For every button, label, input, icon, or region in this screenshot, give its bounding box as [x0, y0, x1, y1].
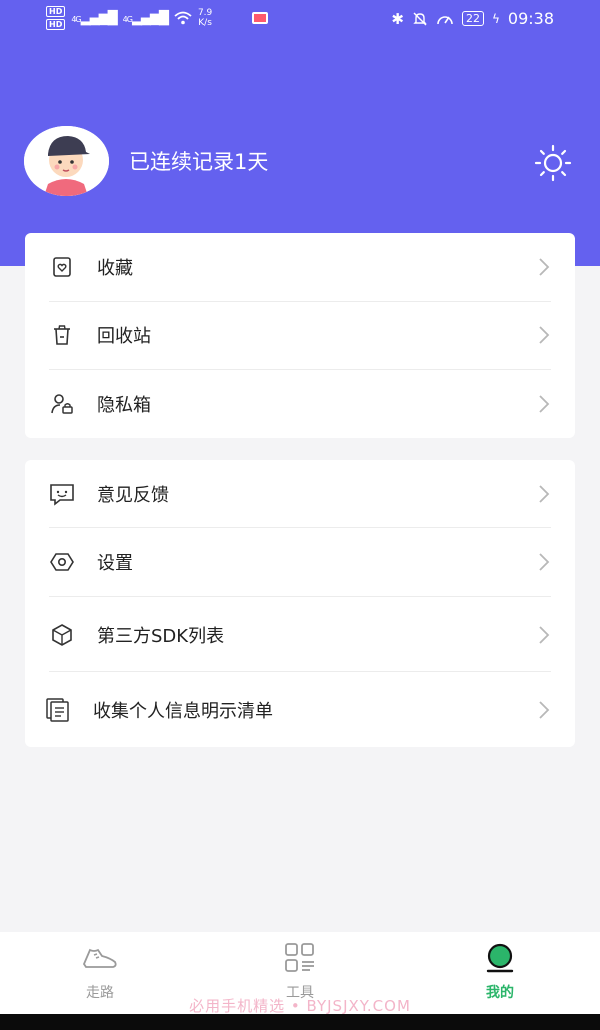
menu-item-label: 收藏: [97, 258, 133, 279]
favorites-icon: [49, 254, 75, 280]
sim1-label: HD: [46, 6, 66, 17]
notification-icon: [252, 12, 269, 24]
menu-card-primary: 收藏 回收站 隐私箱: [25, 233, 575, 438]
charging-icon: ϟ: [491, 11, 500, 26]
chevron-right-icon: [539, 258, 550, 276]
tab-mine[interactable]: 我的: [460, 942, 540, 1002]
menu-item-info-list[interactable]: 收集个人信息明示清单: [45, 676, 551, 744]
menu-item-privacy-box[interactable]: 隐私箱: [49, 370, 551, 438]
speedometer-icon: [437, 15, 453, 24]
menu-item-recycle-bin[interactable]: 回收站: [49, 301, 551, 369]
signal-icon-2: 4G▂▄▆█: [122, 10, 169, 26]
theme-toggle-button[interactable]: [533, 143, 573, 183]
chevron-right-icon: [539, 395, 550, 413]
privacy-box-icon: [49, 391, 75, 417]
chevron-right-icon: [539, 553, 550, 571]
wifi-icon: [174, 11, 192, 25]
menu-item-label: 回收站: [97, 326, 151, 347]
menu-item-label: 设置: [97, 553, 133, 574]
feedback-icon: [49, 481, 75, 507]
watermark: 必用手机精选 • BYJSJXY.COM: [189, 997, 411, 1015]
status-bar: HD HD 4G▂▄▆█ 4G▂▄▆█ 7.9 K/s ✱ 22 ϟ 09:38: [0, 0, 600, 38]
clock: 09:38: [507, 9, 554, 28]
grid-apps-icon: [285, 943, 314, 972]
chevron-right-icon: [539, 485, 550, 503]
menu-item-label: 第三方SDK列表: [97, 626, 225, 647]
menu-item-label: 隐私箱: [97, 395, 151, 416]
divider: [49, 671, 551, 672]
tab-walk[interactable]: 走路: [60, 942, 140, 1002]
sim2-label: HD: [46, 19, 66, 30]
speed-unit: K/s: [198, 18, 212, 28]
avatar-image: [24, 126, 109, 196]
menu-item-label: 意见反馈: [97, 485, 169, 506]
bluetooth-icon: ✱: [391, 9, 404, 28]
sim-indicators: HD HD: [46, 6, 66, 30]
signal-icon: 4G▂▄▆█: [71, 10, 117, 26]
network-speed: 7.9 K/s: [198, 8, 212, 28]
status-left: HD HD 4G▂▄▆█ 4G▂▄▆█ 7.9 K/s: [46, 6, 269, 30]
recycle-bin-icon: [49, 322, 75, 348]
sdk-list-icon: [49, 622, 75, 648]
system-navigation-bar: [0, 1014, 600, 1030]
streak-greeting: 已连续记录1天: [129, 150, 269, 174]
status-right: ✱ 22 ϟ 09:38: [391, 9, 554, 28]
mute-bell-icon: [413, 12, 427, 25]
menu-item-label: 收集个人信息明示清单: [93, 701, 273, 722]
info-list-icon: [45, 697, 71, 723]
menu-item-sdk-list[interactable]: 第三方SDK列表: [49, 601, 551, 669]
divider: [49, 596, 551, 597]
avatar[interactable]: [24, 126, 109, 196]
chevron-right-icon: [539, 626, 550, 644]
battery-level: 22: [461, 11, 484, 26]
settings-icon: [49, 549, 75, 575]
menu-item-favorites[interactable]: 收藏: [49, 233, 551, 301]
menu-item-feedback[interactable]: 意见反馈: [49, 460, 551, 528]
sneaker-icon: [82, 948, 117, 968]
chevron-right-icon: [539, 701, 550, 719]
chevron-right-icon: [539, 326, 550, 344]
profile-tab-icon: [486, 943, 514, 973]
menu-item-settings[interactable]: 设置: [49, 528, 551, 596]
speed-value: 7.9: [197, 8, 213, 18]
menu-card-secondary: 意见反馈 设置 第三方SDK列表 收集个人信息明示清单: [25, 460, 575, 747]
sun-icon: [534, 144, 572, 182]
tab-tools[interactable]: 工具: [260, 942, 340, 1002]
